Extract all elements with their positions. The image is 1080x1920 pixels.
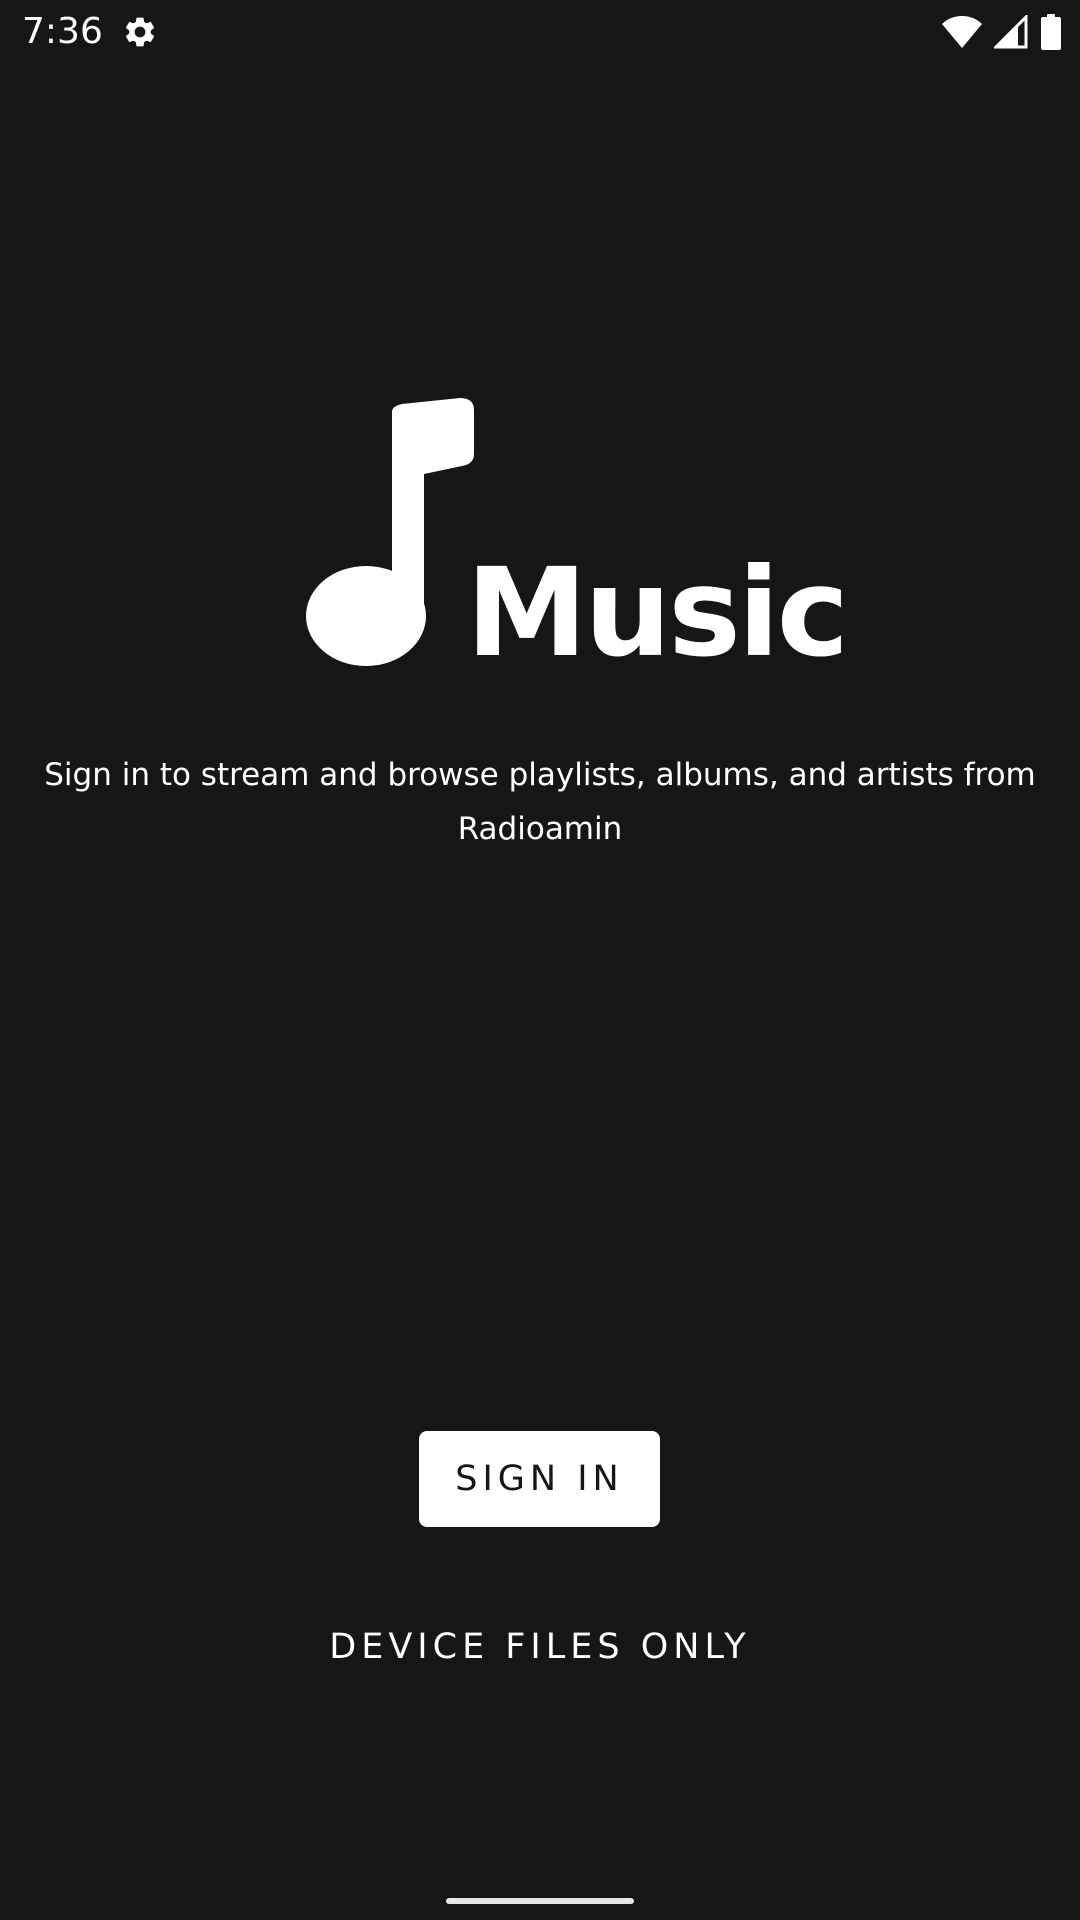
wifi-icon — [942, 15, 982, 49]
gesture-navigation-bar[interactable] — [446, 1898, 634, 1904]
settings-gear-icon — [122, 14, 158, 50]
cellular-signal-icon — [994, 15, 1028, 49]
status-bar: 7:36 — [0, 0, 1080, 64]
battery-icon — [1040, 14, 1062, 50]
sign-in-description: Sign in to stream and browse playlists, … — [44, 757, 1036, 847]
status-icons — [942, 14, 1062, 50]
status-time: 7:36 — [22, 11, 103, 52]
music-wordmark: Music — [466, 542, 849, 684]
sign-in-button[interactable]: SIGN IN — [419, 1431, 660, 1527]
device-files-only-button[interactable]: DEVICE FILES ONLY — [240, 1612, 840, 1682]
music-note-icon — [306, 398, 476, 668]
login-screen: 7:36 Music Sign in to stream and browse … — [0, 0, 1080, 1920]
